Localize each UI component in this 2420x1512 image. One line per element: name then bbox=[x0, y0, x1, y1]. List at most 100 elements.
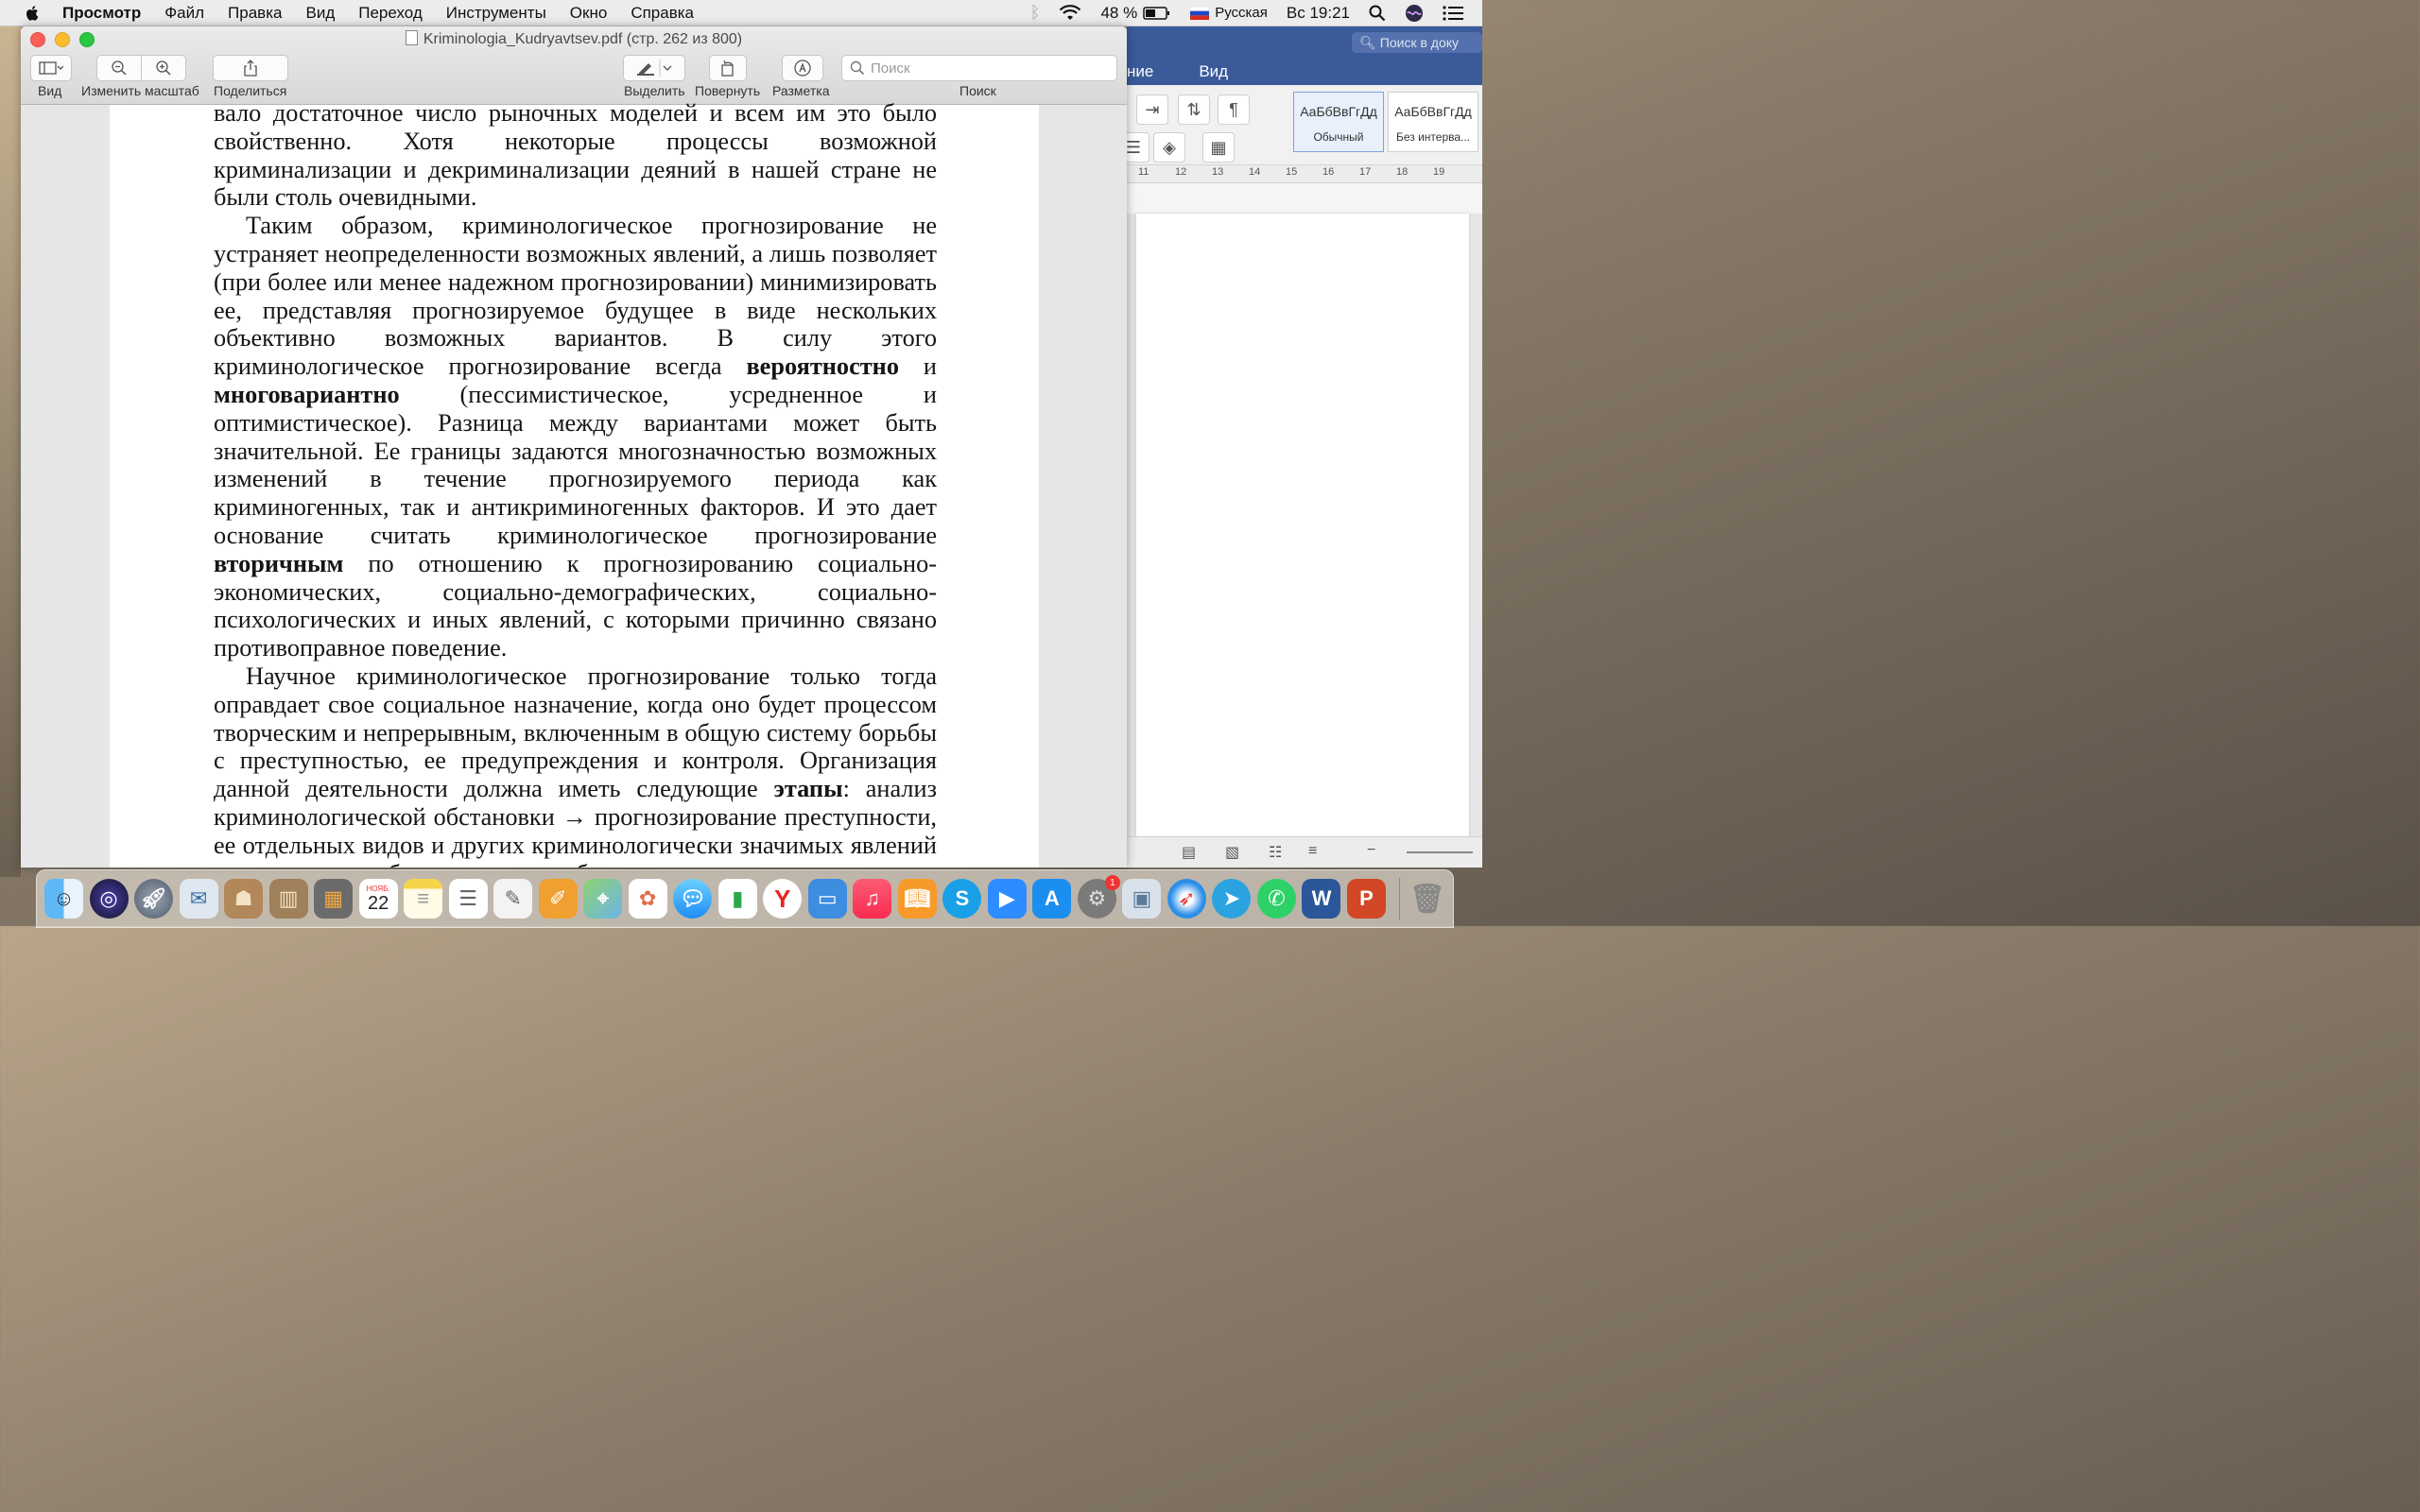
rotate-button[interactable] bbox=[709, 55, 747, 81]
system-preferences-icon[interactable]: ⚙ 1 bbox=[1077, 875, 1120, 919]
maps-icon[interactable]: ⌖ bbox=[583, 879, 623, 919]
menu-view[interactable]: Вид bbox=[305, 4, 335, 23]
launchpad-icon[interactable]: 🚀︎ bbox=[134, 879, 174, 919]
paragraph: Таким образом, криминологическое прогноз… bbox=[214, 212, 937, 662]
word-ribbon-tabs: ние Вид bbox=[1127, 59, 1482, 85]
style-no-spacing-sample: АаБбВвГгДд bbox=[1394, 104, 1472, 119]
sidebar-view-button[interactable] bbox=[30, 55, 72, 81]
view-label: Вид bbox=[38, 83, 62, 98]
menu-file[interactable]: Файл bbox=[164, 4, 204, 23]
markup-button[interactable] bbox=[782, 55, 823, 81]
word-tab-view[interactable]: Вид bbox=[1199, 62, 1228, 81]
menu-bar: Просмотр Файл Правка Вид Переход Инструм… bbox=[0, 0, 1482, 26]
spotlight-icon[interactable] bbox=[1369, 5, 1386, 22]
bold-term: вероятностно bbox=[746, 352, 899, 381]
menu-help[interactable]: Справка bbox=[631, 4, 694, 23]
telegram-icon[interactable]: ➤ bbox=[1212, 879, 1252, 919]
safari-icon[interactable]: ➶ bbox=[1167, 879, 1206, 919]
calendar-icon[interactable]: НОЯБ. 22 bbox=[358, 879, 398, 919]
music-icon[interactable]: ♫ bbox=[853, 879, 892, 919]
yandex-browser-icon[interactable]: Y bbox=[763, 879, 803, 919]
search-field[interactable]: Поиск bbox=[841, 55, 1117, 81]
style-no-spacing-name: Без интерва... bbox=[1395, 130, 1471, 144]
textedit-icon[interactable]: ✎ bbox=[493, 879, 533, 919]
window-title: Kriminologia_Kudryavtsev.pdf (стр. 262 и… bbox=[21, 30, 1127, 48]
highlight-label: Выделить bbox=[624, 83, 685, 98]
word-document-canvas bbox=[1127, 214, 1482, 837]
share-button[interactable] bbox=[213, 55, 288, 81]
keynote-icon[interactable]: ▭ bbox=[807, 879, 847, 919]
menu-go[interactable]: Переход bbox=[358, 4, 423, 23]
books-icon[interactable]: 📖︎ bbox=[897, 879, 937, 919]
style-no-spacing[interactable]: АаБбВвГгДд Без интерва... bbox=[1388, 92, 1478, 152]
window-title-text: Kriminologia_Kudryavtsev.pdf (стр. 262 и… bbox=[423, 31, 743, 47]
input-source[interactable]: Русская bbox=[1190, 5, 1268, 21]
powerpoint-app-icon[interactable]: P bbox=[1346, 879, 1386, 919]
desktop-wallpaper bbox=[0, 26, 21, 877]
trash-icon[interactable]: 🗑︎ bbox=[1408, 879, 1446, 919]
apple-icon[interactable] bbox=[23, 4, 42, 23]
bluetooth-icon[interactable]: ᛒ bbox=[1030, 3, 1041, 23]
print-layout-icon[interactable]: ▤ bbox=[1182, 843, 1196, 862]
web-layout-icon[interactable]: ▧ bbox=[1225, 843, 1239, 862]
outline-icon[interactable]: ☷ bbox=[1269, 843, 1282, 862]
paragraph-mark-icon[interactable]: ¶ bbox=[1218, 94, 1250, 125]
highlight-button[interactable] bbox=[623, 55, 685, 81]
paragraph: Научное криминологическое прогнозировани… bbox=[214, 662, 937, 868]
paragraph: вало достаточное число рыночных моделей … bbox=[214, 99, 937, 212]
reminders-icon[interactable]: ☰ bbox=[448, 879, 488, 919]
notes-icon[interactable]: ≡ bbox=[404, 879, 443, 919]
calculator-icon[interactable]: ▦ bbox=[314, 879, 354, 919]
input-source-label: Русская bbox=[1215, 5, 1268, 21]
photos-icon[interactable]: ✿ bbox=[628, 879, 667, 919]
skype-icon[interactable]: S bbox=[942, 879, 982, 919]
word-titlebar: 🔍︎ Поиск в доку bbox=[1127, 26, 1482, 59]
pdf-document-icon bbox=[405, 30, 418, 45]
zoom-out-button[interactable] bbox=[96, 55, 142, 81]
word-ribbon: ⇥ ⇅ ¶ ☰ ◈ ▦ АаБбВвГгДд Обычный АаБбВвГгД… bbox=[1117, 85, 1482, 165]
pdf-page[interactable]: вало достаточное число рыночных моделей … bbox=[110, 99, 1039, 868]
preview-toolbar: Kriminologia_Kudryavtsev.pdf (стр. 262 и… bbox=[21, 26, 1127, 105]
draft-icon[interactable]: ≡ bbox=[1308, 843, 1317, 860]
messages-icon[interactable]: 💬︎ bbox=[673, 879, 713, 919]
increase-indent-icon[interactable]: ⇥ bbox=[1136, 94, 1168, 125]
notes-books-icon[interactable]: ▥ bbox=[268, 879, 308, 919]
zoom-in-icon bbox=[156, 60, 171, 76]
word-app-icon[interactable]: W bbox=[1302, 879, 1341, 919]
zoom-in-button[interactable] bbox=[141, 55, 186, 81]
pages-icon[interactable]: ✐ bbox=[538, 879, 578, 919]
bold-term: многовариантно bbox=[214, 380, 400, 408]
siri-icon[interactable]: ◎ bbox=[89, 879, 129, 919]
word-search-field[interactable]: 🔍︎ Поиск в доку bbox=[1352, 32, 1482, 53]
word-search-placeholder: Поиск в доку bbox=[1379, 35, 1460, 50]
sort-icon[interactable]: ⇅ bbox=[1178, 94, 1210, 125]
word-page[interactable] bbox=[1136, 214, 1469, 837]
preview-app-icon[interactable]: ▣ bbox=[1122, 879, 1162, 919]
siri-icon[interactable] bbox=[1405, 4, 1424, 23]
zoom-out-icon[interactable]: − bbox=[1367, 842, 1375, 859]
style-normal[interactable]: АаБбВвГгДд Обычный bbox=[1293, 92, 1384, 152]
menu-edit[interactable]: Правка bbox=[228, 4, 282, 23]
rotate-label: Повернуть bbox=[695, 83, 761, 98]
borders-icon[interactable]: ▦ bbox=[1202, 132, 1235, 163]
finder-icon[interactable]: ☺ bbox=[44, 879, 84, 919]
mail-icon[interactable]: ✉ bbox=[179, 879, 218, 919]
battery-status[interactable]: 48 % bbox=[1100, 4, 1171, 23]
zoom-slider[interactable] bbox=[1407, 851, 1473, 853]
whatsapp-icon[interactable]: ✆ bbox=[1256, 879, 1296, 919]
word-tab-partial[interactable]: ние bbox=[1127, 62, 1153, 81]
notification-center-icon[interactable] bbox=[1443, 5, 1463, 21]
document-viewport[interactable]: вало достаточное число рыночных моделей … bbox=[21, 99, 1127, 868]
menu-app-name[interactable]: Просмотр bbox=[62, 4, 141, 23]
contacts-icon[interactable]: ☗ bbox=[224, 879, 264, 919]
preview-window: Kriminologia_Kudryavtsev.pdf (стр. 262 и… bbox=[21, 26, 1127, 868]
share-icon bbox=[244, 60, 257, 77]
zoom-app-icon[interactable]: ▶ bbox=[987, 879, 1027, 919]
menu-tools[interactable]: Инструменты bbox=[446, 4, 546, 23]
shading-icon[interactable]: ◈ bbox=[1153, 132, 1185, 163]
app-store-icon[interactable]: A bbox=[1032, 879, 1072, 919]
wifi-icon[interactable] bbox=[1059, 4, 1081, 22]
menu-window[interactable]: Окно bbox=[570, 4, 608, 23]
numbers-icon[interactable]: ▮ bbox=[717, 879, 757, 919]
clock[interactable]: Вс 19:21 bbox=[1287, 4, 1350, 23]
